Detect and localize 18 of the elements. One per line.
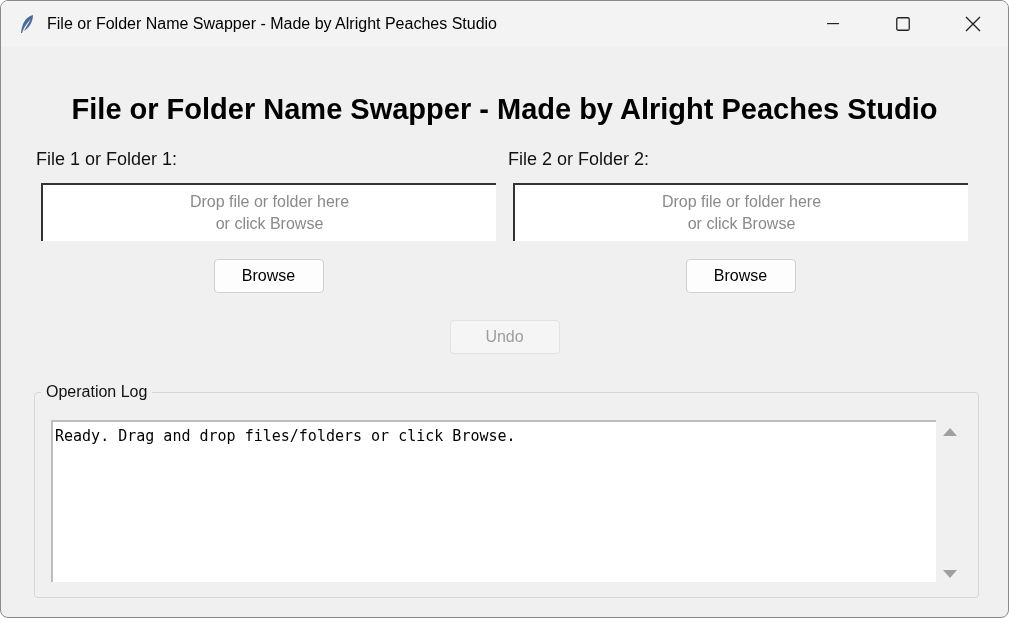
scroll-up-icon[interactable] <box>943 427 957 437</box>
log-message: Ready. Drag and drop files/folders or click Browse. <box>55 427 516 445</box>
browse-button[interactable]: Browse <box>685 259 796 293</box>
window-title: File or Folder Name Swapper - Made by Alright Peaches Studio <box>47 14 497 34</box>
field-label: File 2 or Folder 2: <box>508 148 650 171</box>
log-text-area[interactable]: Ready. Drag and drop files/folders or click Browse. <box>51 420 936 582</box>
feather-icon <box>19 14 35 34</box>
minimize-icon <box>827 23 839 25</box>
drop-area[interactable]: Drop file or folder here or click Browse <box>41 183 496 241</box>
drop-area[interactable]: Drop file or folder here or click Browse <box>513 183 968 241</box>
close-icon <box>965 16 981 32</box>
browse-button[interactable]: Browse <box>213 259 324 293</box>
app-heading: File or Folder Name Swapper - Made by Alright Peaches Studio <box>70 95 939 124</box>
scroll-down-icon[interactable] <box>943 569 957 579</box>
field-label: File 1 or Folder 1: <box>36 148 178 171</box>
drop-placeholder: Drop file or folder here or click Browse <box>661 192 822 234</box>
drop-placeholder: Drop file or folder here or click Browse <box>189 192 350 234</box>
maximize-icon <box>896 17 910 31</box>
